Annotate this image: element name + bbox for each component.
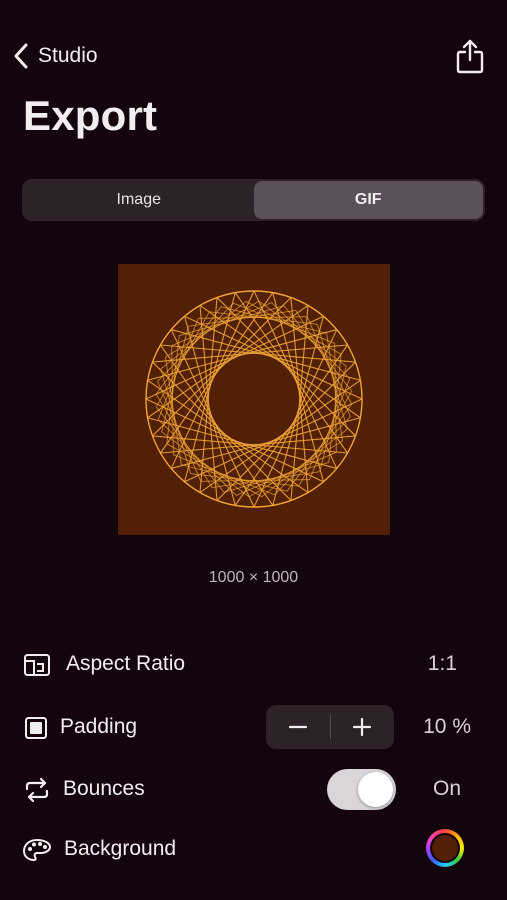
aspect-ratio-icon bbox=[24, 654, 50, 676]
preview-dimensions: 1000 × 1000 bbox=[208, 569, 299, 586]
page-title: Export bbox=[23, 92, 158, 139]
padding-icon bbox=[25, 717, 47, 739]
bounces-toggle[interactable] bbox=[327, 769, 396, 810]
bounces-value: On bbox=[432, 777, 461, 800]
chevron-left-icon bbox=[14, 43, 28, 69]
format-segmented-control: Image GIF bbox=[22, 179, 485, 221]
background-label: Background bbox=[64, 837, 177, 860]
back-button-label: Studio bbox=[38, 44, 98, 67]
back-button[interactable]: Studio bbox=[12, 42, 98, 70]
color-well-ring bbox=[430, 833, 460, 863]
background-row: Background bbox=[22, 827, 485, 871]
palette-icon bbox=[23, 839, 51, 861]
repeat-icon bbox=[25, 777, 49, 803]
aspect-ratio-label: Aspect Ratio bbox=[66, 652, 186, 675]
padding-label: Padding bbox=[60, 715, 138, 738]
padding-decrement-button[interactable] bbox=[266, 705, 330, 749]
background-color-swatch bbox=[432, 835, 458, 861]
export-preview-image bbox=[118, 264, 390, 535]
plus-icon bbox=[353, 717, 372, 737]
minus-icon bbox=[288, 725, 307, 729]
bounces-label: Bounces bbox=[63, 777, 145, 800]
aspect-ratio-row[interactable]: Aspect Ratio 1:1 bbox=[22, 642, 485, 686]
aspect-ratio-value: 1:1 bbox=[427, 652, 457, 675]
padding-value: 10 % bbox=[423, 715, 471, 738]
segment-gif[interactable]: GIF bbox=[253, 181, 483, 219]
padding-increment-button[interactable] bbox=[331, 705, 395, 749]
bounces-row: Bounces On bbox=[22, 767, 485, 811]
segment-image[interactable]: Image bbox=[24, 181, 254, 219]
background-color-picker[interactable] bbox=[426, 829, 464, 867]
padding-row: Padding 10 % bbox=[22, 705, 485, 749]
padding-stepper bbox=[266, 705, 394, 749]
share-icon[interactable] bbox=[455, 38, 485, 74]
navigation-bar: Studio bbox=[0, 38, 507, 78]
toggle-knob bbox=[358, 772, 393, 807]
